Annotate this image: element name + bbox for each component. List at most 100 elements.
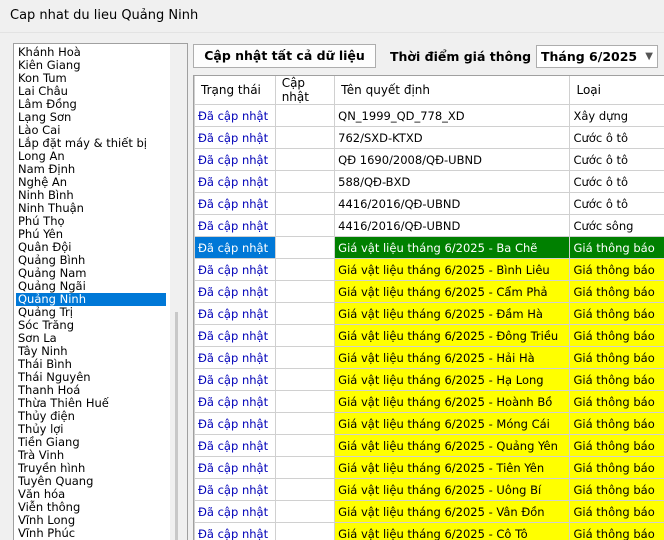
update-cell[interactable] bbox=[275, 413, 334, 435]
province-list[interactable]: Khánh HoàKiên GiangKon TumLai ChâuLâm Đồ… bbox=[13, 43, 188, 540]
table-row[interactable]: Đã cập nhậtGiá vật liệu tháng 6/2025 - Q… bbox=[195, 435, 664, 457]
type-cell[interactable]: Cước ô tô bbox=[570, 193, 664, 215]
table-row[interactable]: Đã cập nhật Giá vật liệu tháng 6/2025 - V… bbox=[195, 501, 664, 523]
table-row[interactable]: Đã cập nhật Giá vật liệu tháng 6/2025 - C… bbox=[195, 281, 664, 303]
type-cell[interactable]: Giá thông báo bbox=[570, 479, 664, 501]
status-cell[interactable]: Đã cập nhật bbox=[195, 413, 276, 435]
status-cell[interactable]: Đã cập nhật bbox=[195, 127, 276, 149]
decision-name-cell[interactable]: 588/QĐ-BXD bbox=[335, 171, 570, 193]
type-cell[interactable]: Giá thông báo bbox=[570, 501, 664, 523]
status-cell[interactable]: Đã cập nhật bbox=[195, 259, 276, 281]
table-row[interactable]: Đã cập nhật Giá vật liệu tháng 6/2025 - Đ… bbox=[195, 325, 664, 347]
status-cell[interactable]: Đã cập nhật bbox=[195, 457, 276, 479]
table-row[interactable]: Đã cập nhật Giá vật liệu tháng 6/2025 - B… bbox=[195, 237, 664, 259]
table-row[interactable]: Đã cập nhật Giá vật liệu tháng 6/2025 - T… bbox=[195, 457, 664, 479]
status-cell[interactable]: Đã cập nhật bbox=[195, 501, 276, 523]
type-cell[interactable]: Giá thông báo bbox=[570, 259, 664, 281]
decision-grid[interactable]: Trạng thái Cập nhật Tên quyết định Loại … bbox=[193, 75, 664, 540]
province-list-item[interactable]: Vĩnh Phúc bbox=[16, 527, 166, 540]
status-cell[interactable]: Đã cập nhật bbox=[195, 369, 276, 391]
decision-name-cell[interactable]: Giá vật liệu tháng 6/2025 - Cô Tô bbox=[335, 523, 570, 540]
update-cell[interactable] bbox=[275, 105, 334, 127]
decision-name-cell[interactable]: Giá vật liệu tháng 6/2025 - Móng Cái bbox=[335, 413, 570, 435]
type-cell[interactable]: Giá thông báo bbox=[570, 523, 664, 540]
type-cell[interactable]: Giá thông báo bbox=[570, 237, 664, 259]
type-cell[interactable]: Cước ô tô bbox=[570, 171, 664, 193]
decision-name-cell[interactable]: Giá vật liệu tháng 6/2025 - Hạ Long bbox=[335, 369, 570, 391]
status-cell[interactable]: Đã cập nhật bbox=[195, 347, 276, 369]
update-cell[interactable] bbox=[275, 193, 334, 215]
decision-name-cell[interactable]: Giá vật liệu tháng 6/2025 - Hoành Bồ bbox=[335, 391, 570, 413]
update-cell[interactable] bbox=[275, 281, 334, 303]
scrollbar-thumb[interactable] bbox=[175, 312, 178, 540]
update-cell[interactable] bbox=[275, 479, 334, 501]
period-select[interactable]: Tháng 6/2025 ▼ bbox=[536, 45, 658, 68]
column-header-decision-name[interactable]: Tên quyết định bbox=[335, 76, 570, 105]
status-cell[interactable]: Đã cập nhật bbox=[195, 105, 276, 127]
update-cell[interactable] bbox=[275, 435, 334, 457]
table-row[interactable]: Đã cập nhật Giá vật liệu tháng 6/2025 - H… bbox=[195, 347, 664, 369]
table-row[interactable]: Đã cập nhật Giá vật liệu tháng 6/2025 - Đ… bbox=[195, 303, 664, 325]
table-row[interactable]: Đã cập nhật 762/SXD-KTXDCước ô tô bbox=[195, 127, 664, 149]
type-cell[interactable]: Cước ô tô bbox=[570, 149, 664, 171]
decision-name-cell[interactable]: Giá vật liệu tháng 6/2025 - Đông Triều bbox=[335, 325, 570, 347]
status-cell[interactable]: Đã cập nhật bbox=[195, 303, 276, 325]
update-cell[interactable] bbox=[275, 523, 334, 540]
decision-name-cell[interactable]: 4416/2016/QĐ-UBND bbox=[335, 215, 570, 237]
status-cell[interactable]: Đã cập nhật bbox=[195, 281, 276, 303]
table-row[interactable]: Đã cập nhật Giá vật liệu tháng 6/2025 - H… bbox=[195, 369, 664, 391]
table-row[interactable]: Đã cập nhật QN_1999_QD_778_XDXây dựng bbox=[195, 105, 664, 127]
table-row[interactable]: Đã cập nhậtQĐ 1690/2008/QĐ-UBNDCước ô tô bbox=[195, 149, 664, 171]
decision-name-cell[interactable]: Giá vật liệu tháng 6/2025 - Vân Đồn bbox=[335, 501, 570, 523]
decision-name-cell[interactable]: 4416/2016/QĐ-UBND bbox=[335, 193, 570, 215]
table-row[interactable]: Đã cập nhật 4416/2016/QĐ-UBNDCước sông bbox=[195, 215, 664, 237]
status-cell[interactable]: Đã cập nhật bbox=[195, 523, 276, 540]
update-cell[interactable] bbox=[275, 171, 334, 193]
chevron-down-icon[interactable]: ▼ bbox=[645, 46, 653, 67]
table-row[interactable]: Đã cập nhật Giá vật liệu tháng 6/2025 - C… bbox=[195, 523, 664, 540]
type-cell[interactable]: Xây dựng bbox=[570, 105, 664, 127]
update-cell[interactable] bbox=[275, 391, 334, 413]
type-cell[interactable]: Giá thông báo bbox=[570, 347, 664, 369]
table-row[interactable]: Đã cập nhật Giá vật liệu tháng 6/2025 - U… bbox=[195, 479, 664, 501]
type-cell[interactable]: Giá thông báo bbox=[570, 435, 664, 457]
decision-name-cell[interactable]: 762/SXD-KTXD bbox=[335, 127, 570, 149]
decision-name-cell[interactable]: Giá vật liệu tháng 6/2025 - Uông Bí bbox=[335, 479, 570, 501]
update-cell[interactable] bbox=[275, 457, 334, 479]
table-row[interactable]: Đã cập nhật 588/QĐ-BXDCước ô tô bbox=[195, 171, 664, 193]
type-cell[interactable]: Giá thông báo bbox=[570, 281, 664, 303]
decision-name-cell[interactable]: Giá vật liệu tháng 6/2025 - Ba Chẽ bbox=[335, 237, 570, 259]
type-cell[interactable]: Cước ô tô bbox=[570, 127, 664, 149]
update-cell[interactable] bbox=[275, 347, 334, 369]
status-cell[interactable]: Đã cập nhật bbox=[195, 237, 276, 259]
type-cell[interactable]: Giá thông báo bbox=[570, 325, 664, 347]
status-cell[interactable]: Đã cập nhật bbox=[195, 479, 276, 501]
status-cell[interactable]: Đã cập nhật bbox=[195, 325, 276, 347]
update-cell[interactable] bbox=[275, 149, 334, 171]
update-cell[interactable] bbox=[275, 215, 334, 237]
decision-name-cell[interactable]: Giá vật liệu tháng 6/2025 - Tiên Yên bbox=[335, 457, 570, 479]
column-header-type[interactable]: Loại bbox=[570, 76, 664, 105]
update-cell[interactable] bbox=[275, 325, 334, 347]
type-cell[interactable]: Giá thông báo bbox=[570, 457, 664, 479]
update-cell[interactable] bbox=[275, 303, 334, 325]
decision-name-cell[interactable]: Giá vật liệu tháng 6/2025 - Quảng Yên bbox=[335, 435, 570, 457]
type-cell[interactable]: Giá thông báo bbox=[570, 391, 664, 413]
province-list-scrollbar[interactable] bbox=[170, 44, 187, 540]
type-cell[interactable]: Giá thông báo bbox=[570, 303, 664, 325]
decision-name-cell[interactable]: Giá vật liệu tháng 6/2025 - Hải Hà bbox=[335, 347, 570, 369]
decision-name-cell[interactable]: QN_1999_QD_778_XD bbox=[335, 105, 570, 127]
decision-name-cell[interactable]: Giá vật liệu tháng 6/2025 - Cẩm Phả bbox=[335, 281, 570, 303]
decision-name-cell[interactable]: Giá vật liệu tháng 6/2025 - Đầm Hà bbox=[335, 303, 570, 325]
status-cell[interactable]: Đã cập nhật bbox=[195, 391, 276, 413]
status-cell[interactable]: Đã cập nhật bbox=[195, 171, 276, 193]
type-cell[interactable]: Giá thông báo bbox=[570, 369, 664, 391]
decision-name-cell[interactable]: QĐ 1690/2008/QĐ-UBND bbox=[335, 149, 570, 171]
type-cell[interactable]: Giá thông báo bbox=[570, 413, 664, 435]
type-cell[interactable]: Cước sông bbox=[570, 215, 664, 237]
update-cell[interactable] bbox=[275, 127, 334, 149]
table-row[interactable]: Đã cập nhật4416/2016/QĐ-UBNDCước ô tô bbox=[195, 193, 664, 215]
table-row[interactable]: Đã cập nhậtGiá vật liệu tháng 6/2025 - B… bbox=[195, 259, 664, 281]
update-all-button[interactable]: Cập nhật tất cả dữ liệu bbox=[193, 44, 376, 68]
status-cell[interactable]: Đã cập nhật bbox=[195, 215, 276, 237]
